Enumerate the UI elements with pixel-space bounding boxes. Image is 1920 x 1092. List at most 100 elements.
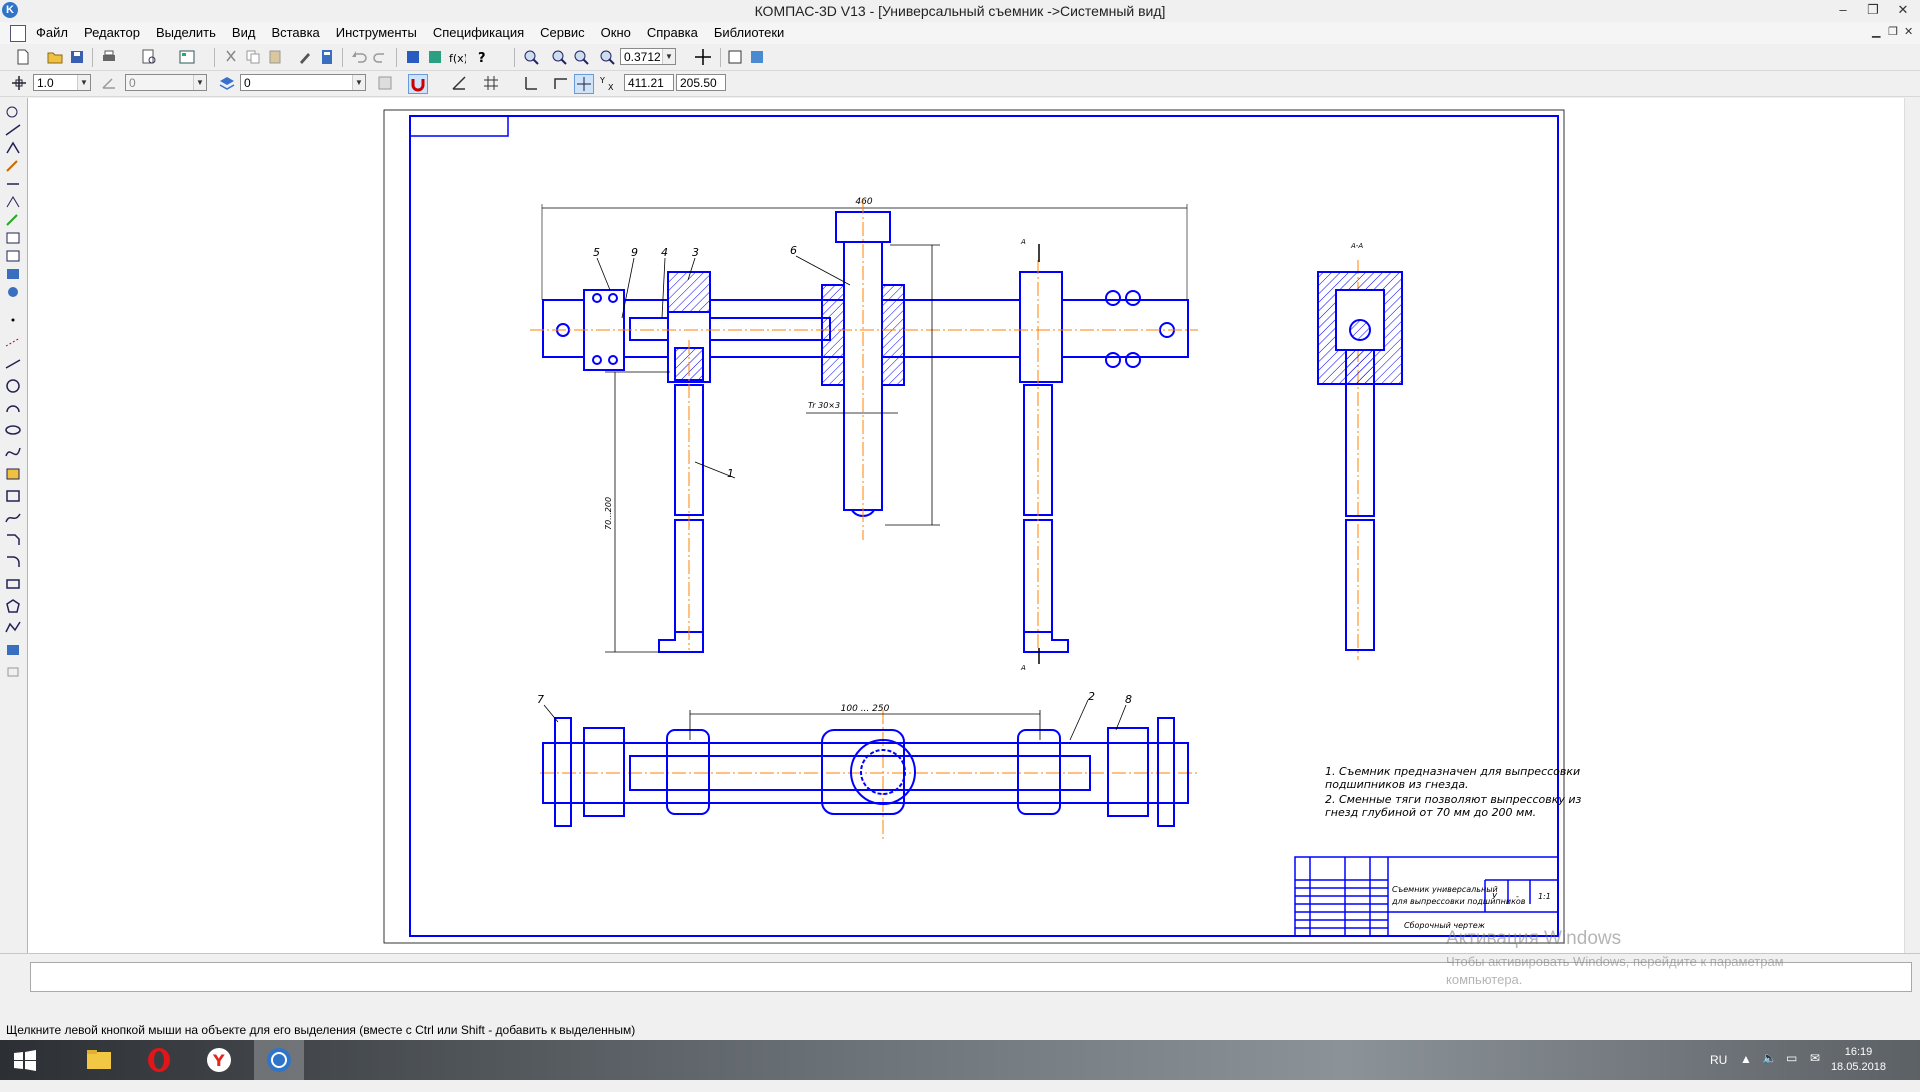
properties-icon[interactable]: [376, 74, 394, 92]
copy-icon[interactable]: [244, 48, 262, 66]
menu-libraries[interactable]: Библиотеки: [714, 25, 784, 40]
cursor-y-field[interactable]: 205.50: [676, 74, 726, 91]
ortho-icon[interactable]: [450, 74, 468, 92]
polyline-icon[interactable]: [4, 620, 22, 636]
layer-dropdown-arrow-icon[interactable]: ▼: [352, 75, 365, 90]
ellipse-icon[interactable]: [4, 422, 22, 438]
rectangle-icon[interactable]: [4, 576, 22, 592]
doc-restore-button[interactable]: ❐: [1888, 25, 1898, 38]
fillet-icon[interactable]: [4, 554, 22, 570]
doc-minimize-button[interactable]: ▁: [1872, 25, 1880, 38]
cursor-step-field[interactable]: 1.0 ▼: [33, 74, 91, 91]
rebuild-icon[interactable]: [748, 48, 766, 66]
file-explorer-icon[interactable]: [74, 1040, 124, 1080]
select-panel-icon[interactable]: [4, 212, 22, 228]
menu-select[interactable]: Выделить: [156, 25, 216, 40]
step-dropdown-arrow-icon[interactable]: ▼: [77, 75, 90, 90]
properties-brush-icon[interactable]: [296, 48, 314, 66]
print-icon[interactable]: [100, 48, 118, 66]
contour-icon[interactable]: [4, 642, 22, 658]
spec-panel-icon[interactable]: [4, 248, 22, 264]
opera-browser-icon[interactable]: [134, 1040, 184, 1080]
vertical-scrollbar[interactable]: [1904, 98, 1920, 953]
show-hidden-icons-icon[interactable]: ▲: [1740, 1052, 1752, 1092]
pan-icon[interactable]: [694, 48, 712, 66]
zoom-window-icon[interactable]: [522, 48, 540, 66]
local-cs-icon[interactable]: [522, 74, 540, 92]
paste-icon[interactable]: [266, 48, 284, 66]
coordinates-icon[interactable]: [574, 74, 594, 94]
cursor-step-icon[interactable]: [10, 74, 28, 92]
point-icon[interactable]: [4, 312, 22, 328]
network-icon[interactable]: ▭: [1786, 1051, 1797, 1091]
function-fx-icon[interactable]: f(x): [448, 48, 468, 66]
help-pointer-icon[interactable]: ?: [476, 48, 494, 66]
measure-panel-icon[interactable]: [4, 194, 22, 210]
drawing-canvas[interactable]: 460 70...200 Tr 30×3 А А А-А 100 ... 250…: [28, 98, 1914, 953]
bezier-icon[interactable]: [4, 510, 22, 526]
calculator-icon[interactable]: [318, 48, 336, 66]
zoom-scale-field[interactable]: 0.3712 ▼: [620, 48, 676, 65]
hatch-icon[interactable]: [4, 466, 22, 482]
polygon-icon[interactable]: [4, 598, 22, 614]
new-document-icon[interactable]: [14, 48, 32, 66]
doc-close-button[interactable]: ✕: [1904, 25, 1913, 38]
system-clock[interactable]: 16:19 18.05.2018: [1831, 1045, 1886, 1085]
chamfer-icon[interactable]: [4, 532, 22, 548]
equidistant-icon[interactable]: [4, 488, 22, 504]
preview-icon[interactable]: [140, 48, 158, 66]
variables-icon[interactable]: [426, 48, 444, 66]
reports-panel-icon[interactable]: [4, 266, 22, 282]
cut-icon[interactable]: [222, 48, 240, 66]
zoom-scale-icon[interactable]: [598, 48, 616, 66]
menu-insert[interactable]: Вставка: [271, 25, 319, 40]
redo-icon[interactable]: [372, 48, 390, 66]
ortho-mode-icon[interactable]: [552, 74, 570, 92]
cursor-x-field[interactable]: 411.21: [624, 74, 674, 91]
volume-icon[interactable]: 🔈: [1762, 1051, 1777, 1091]
menu-window[interactable]: Окно: [601, 25, 631, 40]
layers-icon[interactable]: [218, 74, 236, 92]
angle-step-field[interactable]: 0 ▼: [125, 74, 207, 91]
snap-magnet-icon[interactable]: [408, 74, 428, 94]
model-tree-icon[interactable]: [404, 48, 422, 66]
menu-view[interactable]: Вид: [232, 25, 256, 40]
close-button[interactable]: ✕: [1888, 0, 1918, 20]
refresh-view-icon[interactable]: [726, 48, 744, 66]
notification-icon[interactable]: ✉: [1810, 1051, 1820, 1091]
language-indicator[interactable]: RU: [1710, 1040, 1727, 1080]
zoom-dropdown-arrow-icon[interactable]: ▼: [662, 49, 675, 64]
zoom-in-icon[interactable]: [550, 48, 568, 66]
grid-icon[interactable]: [482, 74, 500, 92]
circle-icon[interactable]: [4, 378, 22, 394]
symbols-panel-icon[interactable]: [4, 140, 22, 156]
angle-step-icon[interactable]: [100, 74, 118, 92]
open-folder-icon[interactable]: [46, 48, 64, 66]
kompas-taskbar-icon[interactable]: [254, 1040, 304, 1080]
yandex-browser-icon[interactable]: Y: [194, 1040, 244, 1080]
undo-icon[interactable]: [350, 48, 368, 66]
properties-area[interactable]: [30, 962, 1912, 992]
arc-icon[interactable]: [4, 400, 22, 416]
dimensions-panel-icon[interactable]: [4, 122, 22, 138]
menu-file[interactable]: Файл: [36, 25, 68, 40]
collection-icon[interactable]: [4, 664, 22, 680]
restore-button[interactable]: ❐: [1858, 0, 1888, 20]
geometry-panel-icon[interactable]: [4, 104, 22, 120]
save-icon[interactable]: [68, 48, 86, 66]
menu-specification[interactable]: Спецификация: [433, 25, 524, 40]
menu-service[interactable]: Сервис: [540, 25, 585, 40]
start-windows-icon[interactable]: [0, 1040, 50, 1080]
menu-tools[interactable]: Инструменты: [336, 25, 417, 40]
associative-panel-icon[interactable]: [4, 230, 22, 246]
auxiliary-line-icon[interactable]: [4, 334, 22, 350]
insert-panel-icon[interactable]: [4, 284, 22, 300]
edit-panel-icon[interactable]: [4, 158, 22, 174]
document-menu-icon[interactable]: [10, 25, 26, 42]
current-layer-field[interactable]: 0 ▼: [240, 74, 366, 91]
minimize-button[interactable]: –: [1828, 0, 1858, 20]
spline-icon[interactable]: [4, 444, 22, 460]
menu-edit[interactable]: Редактор: [84, 25, 140, 40]
manager-icon[interactable]: [178, 48, 196, 66]
param-panel-icon[interactable]: [4, 176, 22, 192]
